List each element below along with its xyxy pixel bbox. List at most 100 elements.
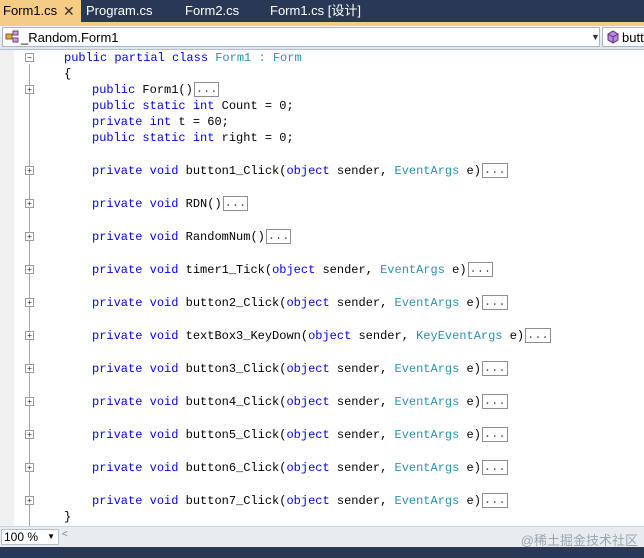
method-name: button5_Click [185, 428, 280, 442]
chevron-down-icon: ▼ [47, 532, 55, 541]
collapsed-region-button[interactable]: ... [481, 295, 508, 311]
method-name: RandomNum [185, 230, 251, 244]
expand-icon[interactable]: + [25, 298, 34, 307]
expand-icon[interactable]: + [25, 463, 34, 472]
code-line-method: + private void button2_Click(object sende… [0, 295, 644, 311]
argument-type: EventArgs [394, 395, 460, 409]
method-signature: private void button5_Click(object sender… [92, 427, 508, 443]
close-brace: } [64, 510, 72, 524]
method-name: button7_Click [185, 494, 280, 508]
zoom-dropdown[interactable]: 100 % ▼ [1, 529, 59, 545]
collapsed-region-button[interactable]: ... [265, 229, 292, 245]
code-line-method: + private void button3_Click(object sende… [0, 361, 644, 377]
method-name: timer1_Tick [185, 263, 265, 277]
expand-icon[interactable]: + [25, 166, 34, 175]
code-line-method: + private void RDN()... [0, 196, 644, 212]
class-base-separator: : [251, 51, 273, 65]
code-line-method: + private void button1_Click(object sende… [0, 163, 644, 179]
method-name: button4_Click [185, 395, 280, 409]
argument-type: EventArgs [394, 362, 460, 376]
method-signature: private void button1_Click(object sender… [92, 163, 508, 179]
expand-icon[interactable]: + [25, 232, 34, 241]
expand-icon[interactable]: + [25, 496, 34, 505]
expand-icon[interactable]: + [25, 199, 34, 208]
code-line-method: + private void button4_Click(object sende… [0, 394, 644, 410]
expand-icon[interactable]: + [25, 364, 34, 373]
close-tab-icon[interactable]: ✕ [63, 0, 75, 22]
tab-label: Program.cs [86, 3, 153, 18]
argument-type: EventArgs [394, 164, 460, 178]
argument-type: EventArgs [380, 263, 445, 277]
bottom-strip [0, 547, 644, 558]
collapse-icon[interactable]: − [25, 53, 34, 62]
method-signature: private void button7_Click(object sender… [92, 493, 508, 509]
collapsed-region-button[interactable]: ... [193, 82, 220, 98]
code-line-field-t: private int t = 60; [92, 115, 229, 129]
method-name: RDN [185, 197, 208, 211]
argument-type: EventArgs [394, 494, 460, 508]
document-tab-strip: Form1.cs ✕ Program.cs Form2.cs Form1.cs … [0, 0, 644, 22]
collapsed-region-button[interactable]: ... [467, 262, 494, 278]
method-signature: private void timer1_Tick(object sender, … [92, 262, 494, 278]
argument-type: KeyEventArgs [416, 329, 503, 343]
expand-icon[interactable]: + [25, 265, 34, 274]
argument-type: EventArgs [394, 428, 460, 442]
method-signature: private void button4_Click(object sender… [92, 394, 508, 410]
tab-label: Form2.cs [185, 3, 240, 18]
method-signature: private void RandomNum()... [92, 229, 292, 245]
collapsed-region-button[interactable]: ... [222, 196, 249, 212]
method-signature: private void button2_Click(object sender… [92, 295, 508, 311]
code-line-method: + private void timer1_Tick(object sender,… [0, 262, 644, 278]
collapsed-region-button[interactable]: ... [481, 427, 508, 443]
expand-icon[interactable]: + [25, 397, 34, 406]
collapsed-region-button[interactable]: ... [481, 163, 508, 179]
tab-form1-designer[interactable]: Form1.cs [设计] [270, 0, 361, 22]
expand-icon[interactable]: + [25, 331, 34, 340]
code-editor[interactable]: − public partial class Form1 : Form { + … [0, 50, 644, 526]
code-line-field-right: public static int right = 0; [92, 131, 294, 145]
collapsed-region-button[interactable]: ... [481, 460, 508, 476]
collapsed-region-button[interactable]: ... [525, 328, 551, 344]
code-line-method: + private void button7_Click(object sende… [0, 493, 644, 509]
argument-type: EventArgs [394, 461, 460, 475]
code-line-field-count: public static int Count = 0; [92, 99, 294, 113]
navigation-bar: _Random.Form1 ▼ butt [0, 26, 644, 50]
code-line-method: + private void textBox3_KeyDown(object se… [0, 328, 644, 344]
class-icon [5, 30, 19, 43]
tab-program-cs[interactable]: Program.cs [86, 0, 152, 22]
open-brace: { [64, 67, 72, 81]
method-name: button2_Click [185, 296, 280, 310]
code-line-constructor: + public Form1()... [0, 82, 644, 98]
collapsed-region-button[interactable]: ... [481, 361, 508, 377]
code-line-open-brace: { [0, 66, 644, 82]
tab-form1-cs[interactable]: Form1.cs ✕ [0, 0, 81, 22]
method-signature: private void button6_Click(object sender… [92, 460, 508, 476]
tab-label: Form1.cs [3, 3, 58, 18]
method-signature: private void button3_Click(object sender… [92, 361, 508, 377]
method-name: textBox3_KeyDown [185, 329, 301, 343]
method-name: button1_Click [185, 164, 280, 178]
type-dropdown[interactable]: _Random.Form1 ▼ [2, 27, 600, 47]
expand-icon[interactable]: + [25, 430, 34, 439]
code-line-method: + private void RandomNum()... [0, 229, 644, 245]
class-declaration-prefix: public partial class [64, 51, 216, 65]
code-line-method: + private void button6_Click(object sende… [0, 460, 644, 476]
scroll-left-icon[interactable]: < [62, 529, 68, 540]
method-icon [607, 30, 619, 44]
class-name: Form1 [215, 51, 252, 65]
chevron-down-icon: ▼ [591, 32, 600, 42]
class-base-type: Form [272, 51, 302, 65]
tab-form2-cs[interactable]: Form2.cs [185, 0, 239, 22]
member-dropdown[interactable]: butt [602, 27, 644, 47]
collapsed-region-button[interactable]: ... [481, 394, 508, 410]
expand-icon[interactable]: + [25, 85, 34, 94]
member-dropdown-value: butt [622, 30, 644, 45]
collapsed-region-button[interactable]: ... [481, 493, 508, 509]
method-signature: private void RDN()... [92, 196, 249, 212]
tab-label: Form1.cs [设计] [270, 3, 362, 18]
method-name: button3_Click [185, 362, 280, 376]
method-signature: private void textBox3_KeyDown(object sen… [92, 328, 551, 344]
zoom-level: 100 % [4, 530, 39, 544]
method-name: button6_Click [185, 461, 280, 475]
argument-type: EventArgs [394, 296, 460, 310]
